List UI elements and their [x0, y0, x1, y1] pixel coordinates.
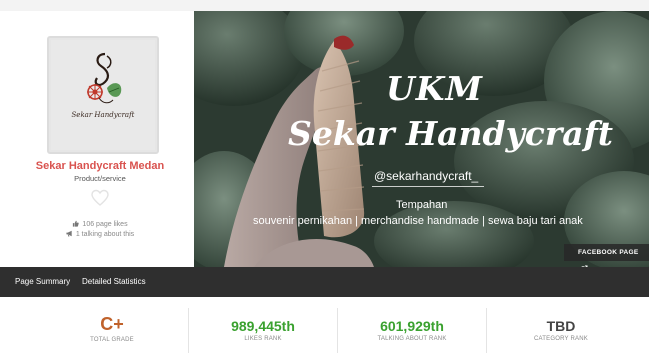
cover-title-line1: UKM	[386, 69, 483, 108]
metric-category-rank: TBD CATEGORY RANK	[486, 308, 635, 353]
metric-likes-rank: 989,445th LIKES RANK	[188, 308, 337, 353]
cover-handle: @sekarhandycraft_	[374, 169, 479, 183]
category-rank-label: CATEGORY RANK	[534, 336, 588, 342]
metric-total-grade: C+ TOTAL GRADE	[36, 308, 188, 353]
talking-about-rank-label: TALKING ABOUT RANK	[377, 336, 447, 342]
tab-page-summary[interactable]: Page Summary	[15, 267, 70, 297]
likes-rank-value: 989,445th	[231, 318, 295, 334]
tab-detailed-statistics[interactable]: Detailed Statistics	[82, 267, 146, 297]
thumbs-up-icon	[73, 220, 80, 227]
cover-tagline1: Tempahan	[396, 199, 448, 211]
profile-panel: Sekar Handycraft Sekar Handycraft Medan …	[0, 11, 194, 267]
facebook-page-label: FACEBOOK PAGE	[578, 249, 639, 256]
page-category: Product/service	[74, 174, 126, 183]
total-grade-label: TOTAL GRADE	[90, 337, 134, 343]
page-name[interactable]: Sekar Handycraft Medan	[0, 160, 200, 172]
heart-icon[interactable]	[90, 188, 110, 208]
total-grade-value: C+	[100, 314, 124, 334]
cover-tagline2: souvenir pernikahan | merchandise handma…	[253, 215, 583, 227]
talking-about-text: 1 talking about this	[75, 231, 135, 238]
cover-handle-underline	[372, 186, 484, 187]
page-likes-text: 106 page likes	[82, 221, 128, 228]
talking-about-row: 1 talking about this	[0, 230, 200, 238]
profile-avatar[interactable]: Sekar Handycraft	[47, 36, 159, 154]
megaphone-icon	[66, 230, 72, 237]
metric-talking-about-rank: 601,929th TALKING ABOUT RANK	[337, 308, 486, 353]
talking-about-rank-value: 601,929th	[380, 318, 444, 334]
facebook-page-button[interactable]: FACEBOOK PAGE	[564, 244, 649, 272]
metrics-row: C+ TOTAL GRADE 989,445th LIKES RANK 601,…	[0, 297, 649, 359]
avatar-background: Sekar Handycraft	[51, 40, 155, 150]
top-strip	[0, 0, 649, 11]
logo-text: Sekar Handycraft	[71, 111, 135, 119]
logo-emblem-icon	[87, 52, 122, 104]
category-rank-value: TBD	[546, 318, 576, 334]
tab-bar: Page Summary Detailed Statistics	[0, 267, 649, 297]
page-likes-row: 106 page likes	[0, 220, 200, 228]
cover-title-line2: Sekar Handycraft	[288, 114, 614, 153]
likes-rank-label: LIKES RANK	[244, 336, 282, 342]
